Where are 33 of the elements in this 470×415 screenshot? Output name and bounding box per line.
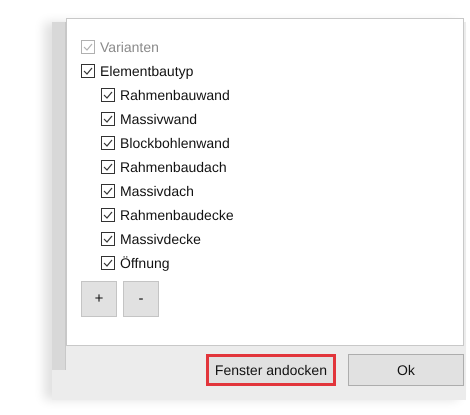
- option-label: Blockbohlenwand: [120, 134, 230, 152]
- checkmark-icon: [103, 187, 113, 195]
- dock-window-button[interactable]: Fenster andocken: [206, 354, 336, 386]
- checkmark-icon: [103, 91, 113, 99]
- checkbox[interactable]: [81, 64, 95, 78]
- option-label: Massivdach: [120, 182, 194, 200]
- option-label: Öffnung: [120, 254, 170, 273]
- checkmark-icon: [103, 115, 113, 123]
- option-label: Varianten: [100, 38, 159, 56]
- option-label: Elementbautyp: [100, 62, 194, 81]
- add-button[interactable]: +: [81, 281, 117, 317]
- checkbox[interactable]: [101, 136, 115, 150]
- checkmark-icon: [103, 259, 113, 267]
- option-label: Massivdecke: [120, 230, 201, 248]
- remove-button[interactable]: -: [123, 281, 159, 317]
- checkmark-icon: [83, 67, 93, 75]
- checkmark-icon: [103, 163, 113, 171]
- checkmark-icon: [83, 43, 93, 51]
- checkbox[interactable]: [101, 160, 115, 174]
- option-label: Rahmenbaudecke: [120, 206, 234, 224]
- checkbox[interactable]: [101, 256, 115, 270]
- checkmark-icon: [103, 211, 113, 219]
- option-label: Rahmenbaudach: [120, 158, 227, 176]
- option-label: Massivwand: [120, 110, 198, 128]
- checkbox[interactable]: [101, 184, 115, 198]
- checkbox[interactable]: [101, 88, 115, 102]
- checkmark-icon: [103, 139, 113, 147]
- option-label: Rahmenbauwand: [120, 86, 230, 104]
- checkbox[interactable]: [101, 232, 115, 246]
- checkbox[interactable]: [101, 208, 115, 222]
- checkbox[interactable]: [101, 112, 115, 126]
- checkmark-icon: [103, 235, 113, 243]
- ok-button[interactable]: Ok: [348, 354, 464, 386]
